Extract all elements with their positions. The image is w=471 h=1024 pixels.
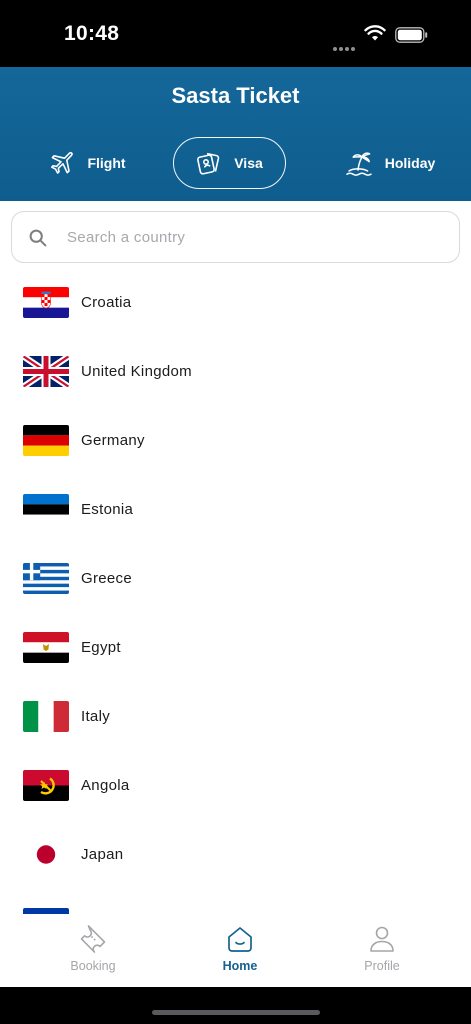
country-name: Egypt <box>81 639 121 656</box>
bottom-navigation: Booking Home Profile <box>0 914 471 987</box>
country-row-egypt[interactable]: Egypt <box>0 613 471 682</box>
home-icon <box>228 927 252 952</box>
nav-profile-label: Profile <box>364 959 400 973</box>
tab-visa[interactable]: Visa <box>173 137 286 189</box>
angola-flag-icon <box>23 770 69 801</box>
nav-booking[interactable]: Booking <box>33 924 153 973</box>
airplane-icon <box>51 151 74 174</box>
tab-holiday[interactable]: Holiday <box>330 137 450 189</box>
tab-flight-label: Flight <box>87 155 126 171</box>
country-list: Croatia United Kingdom Germany Estonia G… <box>0 268 471 914</box>
country-name: Germany <box>81 432 145 449</box>
country-name: Angola <box>81 777 130 794</box>
country-name: United Kingdom <box>81 363 192 380</box>
country-row-partial[interactable] <box>0 889 471 914</box>
status-bar: 10:48 <box>0 0 471 67</box>
nav-profile[interactable]: Profile <box>322 924 442 973</box>
search-icon <box>29 229 47 247</box>
tab-flight[interactable]: Flight <box>30 137 145 189</box>
status-time: 10:48 <box>64 22 120 45</box>
home-indicator[interactable] <box>152 1010 320 1015</box>
germany-flag-icon <box>23 425 69 456</box>
croatia-flag-icon <box>23 287 69 318</box>
page-title: Sasta Ticket <box>171 83 300 108</box>
country-name: Italy <box>81 708 111 725</box>
battery-icon <box>395 27 428 43</box>
person-icon <box>370 926 394 952</box>
system-home-bar <box>0 987 471 1024</box>
japan-flag-icon <box>23 839 69 870</box>
egypt-flag-icon <box>23 632 69 663</box>
united-kingdom-flag-icon <box>23 356 69 387</box>
passport-icon <box>197 152 220 175</box>
country-row-italy[interactable]: Italy <box>0 682 471 751</box>
app-header: Sasta Ticket Flight Visa Holiday <box>0 67 471 201</box>
country-row-japan[interactable]: Japan <box>0 820 471 889</box>
country-row-croatia[interactable]: Croatia <box>0 268 471 337</box>
ticket-icon <box>80 925 106 953</box>
country-name: Greece <box>81 570 132 587</box>
country-row-united-kingdom[interactable]: United Kingdom <box>0 337 471 406</box>
country-row-germany[interactable]: Germany <box>0 406 471 475</box>
search-bar <box>11 211 460 263</box>
palm-island-icon <box>345 152 372 176</box>
country-name: Estonia <box>81 501 134 518</box>
country-name: Croatia <box>81 294 132 311</box>
country-row-angola[interactable]: Angola <box>0 751 471 820</box>
cellular-signal-icon <box>333 38 357 56</box>
country-name: Japan <box>81 846 124 863</box>
greece-flag-icon <box>23 563 69 594</box>
search-input[interactable] <box>67 212 447 262</box>
country-row-greece[interactable]: Greece <box>0 544 471 613</box>
nav-home[interactable]: Home <box>180 924 300 973</box>
nav-home-label: Home <box>222 959 258 973</box>
wifi-icon <box>364 25 386 41</box>
nav-booking-label: Booking <box>70 959 116 973</box>
estonia-flag-icon <box>23 494 69 525</box>
country-row-estonia[interactable]: Estonia <box>0 475 471 544</box>
tab-visa-label: Visa <box>234 155 263 171</box>
tab-holiday-label: Holiday <box>384 155 436 171</box>
italy-flag-icon <box>23 701 69 732</box>
